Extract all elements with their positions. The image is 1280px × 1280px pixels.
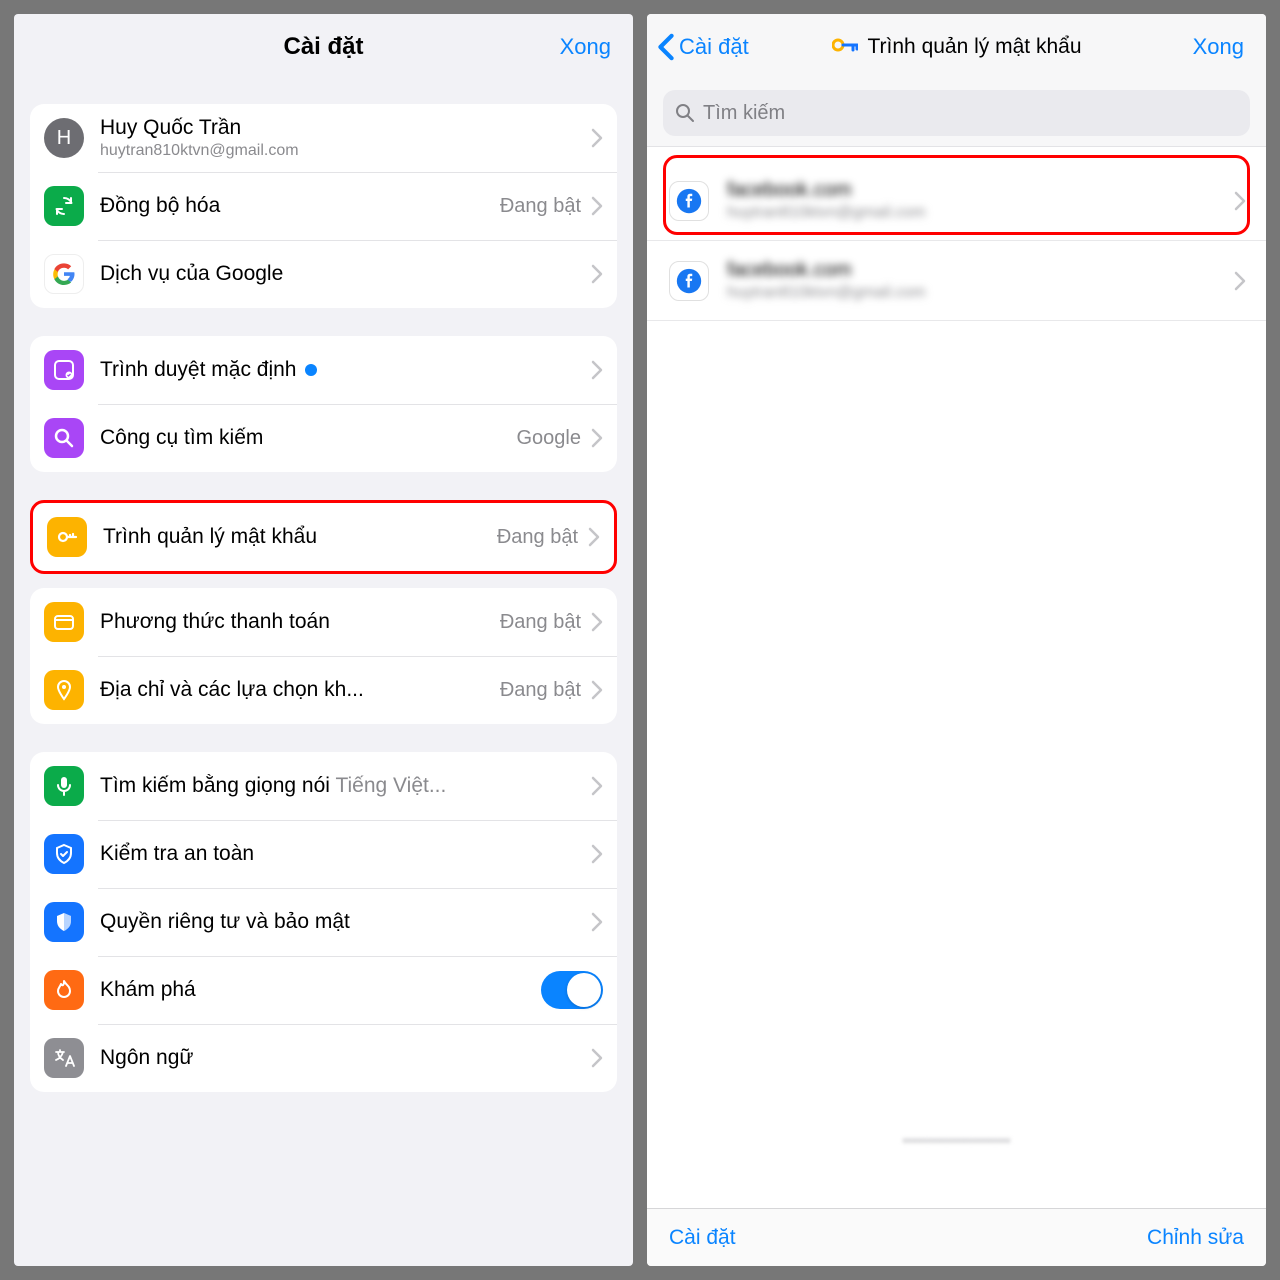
search-engine-value: Google <box>517 427 582 450</box>
discover-label: Khám phá <box>100 978 533 1002</box>
privacy-row[interactable]: Quyền riêng tư và bảo mật <box>30 888 617 956</box>
search-icon <box>675 103 695 123</box>
chevron-right-icon <box>591 912 603 932</box>
back-label: Cài đặt <box>679 34 749 60</box>
address-row[interactable]: Địa chỉ và các lựa chọn kh... Đang bật <box>30 656 617 724</box>
chevron-right-icon <box>1234 271 1246 291</box>
chevron-right-icon <box>591 264 603 284</box>
done-button[interactable]: Xong <box>1193 34 1244 60</box>
voice-search-value: Tiếng Việt... <box>335 774 446 797</box>
password-manager-row[interactable]: Trình quản lý mật khẩu Đang bật <box>33 503 614 571</box>
sync-label: Đồng bộ hóa <box>100 194 492 218</box>
address-label: Địa chỉ và các lựa chọn kh... <box>100 678 492 702</box>
account-email: huytran810ktvn@gmail.com <box>100 142 581 160</box>
google-services-label: Dịch vụ của Google <box>100 262 581 286</box>
browser-icon <box>44 350 84 390</box>
facebook-icon <box>669 181 709 221</box>
password-site: facebook.com <box>727 259 1224 282</box>
pm-title: Trình quản lý mật khẩu <box>868 35 1082 59</box>
password-item[interactable]: facebook.com huytran810ktvn@gmail.com <box>647 241 1266 321</box>
chevron-right-icon <box>591 612 603 632</box>
password-user: huytran810ktvn@gmail.com <box>727 284 1224 302</box>
pm-footer: Cài đặt Chỉnh sửa <box>647 1208 1266 1266</box>
voice-search-row[interactable]: Tìm kiếm bằng giọng nói Tiếng Việt... <box>30 752 617 820</box>
google-services-row[interactable]: Dịch vụ của Google <box>30 240 617 308</box>
sync-row[interactable]: Đồng bộ hóa Đang bật <box>30 172 617 240</box>
search-input[interactable]: Tìm kiếm <box>663 90 1250 136</box>
password-site: facebook.com <box>727 179 1224 202</box>
search-wrap: Tìm kiếm <box>647 80 1266 147</box>
search-placeholder: Tìm kiếm <box>703 102 785 125</box>
footer-edit-button[interactable]: Chỉnh sửa <box>1147 1226 1244 1250</box>
account-name: Huy Quốc Trần <box>100 116 581 140</box>
key-icon <box>47 517 87 557</box>
chevron-right-icon <box>588 527 600 547</box>
faint-text: •••••••••••••••••••••• <box>647 1132 1266 1148</box>
payment-label: Phương thức thanh toán <box>100 610 492 634</box>
language-label: Ngôn ngữ <box>100 1046 581 1070</box>
flame-icon <box>44 970 84 1010</box>
sync-icon <box>44 186 84 226</box>
mic-icon <box>44 766 84 806</box>
chevron-right-icon <box>591 196 603 216</box>
privacy-label: Quyền riêng tư và bảo mật <box>100 910 581 934</box>
default-browser-row[interactable]: Trình duyệt mặc định <box>30 336 617 404</box>
password-manager-value: Đang bật <box>497 526 578 549</box>
done-button[interactable]: Xong <box>560 34 611 60</box>
password-list: facebook.com huytran810ktvn@gmail.com fa… <box>647 147 1266 1208</box>
chevron-right-icon <box>1234 191 1246 211</box>
chevron-right-icon <box>591 844 603 864</box>
shield-icon <box>44 902 84 942</box>
wallet-icon <box>44 602 84 642</box>
translate-icon <box>44 1038 84 1078</box>
password-manager-pane: Cài đặt Trình quản lý mật khẩu Xong Tìm … <box>647 14 1266 1266</box>
payment-value: Đang bật <box>500 611 581 634</box>
pm-header: Cài đặt Trình quản lý mật khẩu Xong <box>647 14 1266 80</box>
chevron-right-icon <box>591 360 603 380</box>
chevron-right-icon <box>591 428 603 448</box>
safety-check-label: Kiểm tra an toàn <box>100 842 581 866</box>
password-item[interactable]: facebook.com huytran810ktvn@gmail.com <box>647 161 1266 241</box>
google-icon <box>44 254 84 294</box>
chevron-right-icon <box>591 776 603 796</box>
sync-value: Đang bật <box>500 195 581 218</box>
chevron-right-icon <box>591 128 603 148</box>
safety-check-row[interactable]: Kiểm tra an toàn <box>30 820 617 888</box>
shield-check-icon <box>44 834 84 874</box>
discover-toggle[interactable] <box>541 971 603 1009</box>
facebook-icon <box>669 261 709 301</box>
settings-header: Cài đặt Xong <box>14 14 633 80</box>
password-user: huytran810ktvn@gmail.com <box>727 204 1224 222</box>
payment-row[interactable]: Phương thức thanh toán Đang bật <box>30 588 617 656</box>
notification-dot-icon <box>305 364 317 376</box>
default-browser-label: Trình duyệt mặc định <box>100 358 581 382</box>
location-icon <box>44 670 84 710</box>
settings-title: Cài đặt <box>283 33 363 61</box>
discover-row[interactable]: Khám phá <box>30 956 617 1024</box>
chevron-right-icon <box>591 680 603 700</box>
language-row[interactable]: Ngôn ngữ <box>30 1024 617 1092</box>
account-row[interactable]: H Huy Quốc Trần huytran810ktvn@gmail.com <box>30 104 617 172</box>
avatar-icon: H <box>44 118 84 158</box>
password-manager-label: Trình quản lý mật khẩu <box>103 525 489 549</box>
voice-search-label: Tìm kiếm bằng giọng nói <box>100 774 330 797</box>
search-engine-icon <box>44 418 84 458</box>
chevron-right-icon <box>591 1048 603 1068</box>
settings-list: H Huy Quốc Trần huytran810ktvn@gmail.com… <box>14 80 633 1266</box>
settings-pane: Cài đặt Xong H Huy Quốc Trần huytran810k… <box>14 14 633 1266</box>
address-value: Đang bật <box>500 679 581 702</box>
footer-settings-button[interactable]: Cài đặt <box>669 1226 736 1250</box>
search-engine-row[interactable]: Công cụ tìm kiếm Google <box>30 404 617 472</box>
password-key-icon <box>832 36 858 59</box>
search-engine-label: Công cụ tìm kiếm <box>100 426 509 450</box>
back-button[interactable]: Cài đặt <box>657 33 749 61</box>
